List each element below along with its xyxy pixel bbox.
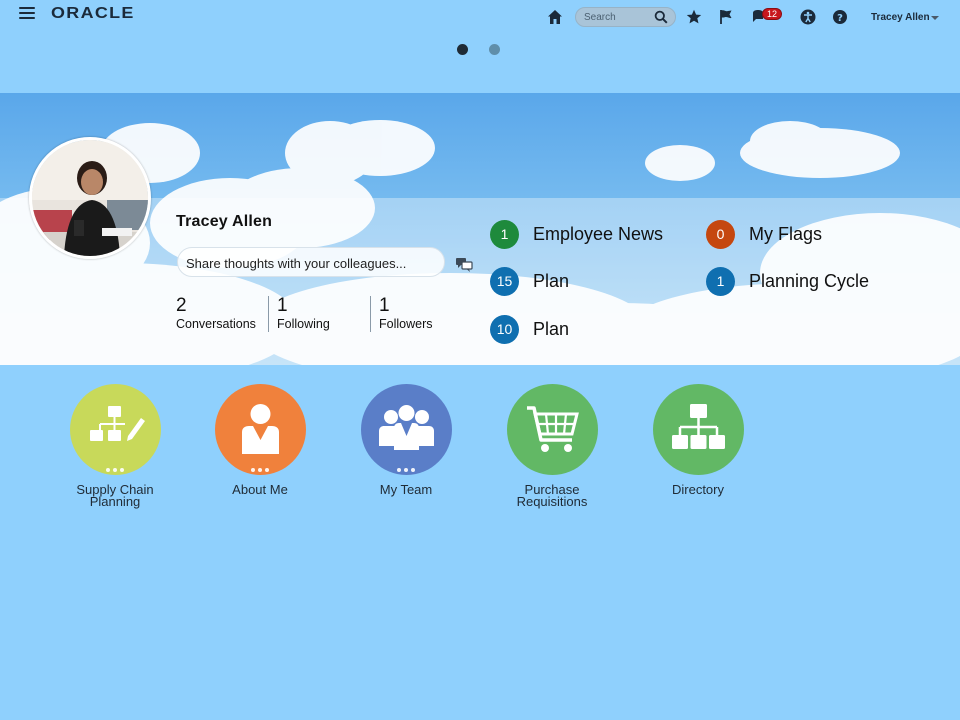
svg-text:?: ? <box>837 13 843 24</box>
stat-conversations-label: Conversations <box>176 317 256 331</box>
oracle-logo[interactable]: ORACLE <box>51 5 135 23</box>
feed-item-label: Plan <box>533 319 570 339</box>
user-menu-name[interactable]: Tracey Allen <box>871 12 930 23</box>
count-badge: 0 <box>706 220 735 249</box>
tile-icon-circle <box>69 384 161 477</box>
profile-avatar[interactable] <box>29 137 151 259</box>
profile-name[interactable]: Tracey Allen <box>176 213 272 231</box>
count-badge: 1 <box>706 267 735 296</box>
tile-icon-circle <box>652 384 744 475</box>
tile-label: Purchase Requisitions <box>516 482 588 509</box>
carousel-dot-2[interactable] <box>489 44 500 55</box>
count-badge: 10 <box>490 315 519 344</box>
more-dots <box>361 459 452 477</box>
more-dots <box>70 459 161 477</box>
tile-purchase-requisitions[interactable]: Purchase Requisitions <box>492 384 612 508</box>
carousel-dot-1[interactable] <box>457 44 468 55</box>
feed-item-label: My Flags <box>749 224 823 244</box>
favorites-star-icon[interactable] <box>685 8 703 26</box>
stat-following-label: Following <box>277 317 330 331</box>
cart-icon <box>526 406 579 452</box>
home-icon[interactable] <box>546 8 564 26</box>
tile-label: My Team <box>379 482 433 497</box>
tile-my-team[interactable]: My Team <box>346 384 466 496</box>
tile-icon-circle <box>360 384 452 477</box>
conversation-icon[interactable] <box>455 257 473 273</box>
stat-following[interactable]: 1 Following <box>277 295 330 332</box>
count-badge: 15 <box>490 267 519 296</box>
search-box[interactable] <box>575 7 676 27</box>
help-icon[interactable]: ? <box>831 8 849 26</box>
tile-about-me[interactable]: About Me <box>200 384 320 496</box>
search-input[interactable] <box>584 10 656 24</box>
share-thoughts-box[interactable] <box>177 247 445 277</box>
stat-conversations-value: 2 <box>176 295 187 316</box>
org-chart-icon <box>671 404 725 449</box>
stat-followers[interactable]: 1 Followers <box>379 295 433 332</box>
stat-conversations[interactable]: 2 Conversations <box>176 295 256 332</box>
chevron-down-icon[interactable] <box>931 16 939 20</box>
tile-label: Supply Chain Planning <box>76 482 154 509</box>
count-badge: 1 <box>490 220 519 249</box>
stat-following-value: 1 <box>277 295 288 316</box>
menu-icon[interactable] <box>19 7 35 21</box>
tile-label: About Me <box>232 482 288 497</box>
notification-count-badge[interactable]: 12 <box>762 8 783 20</box>
stat-divider <box>370 296 371 332</box>
stat-followers-label: Followers <box>379 317 433 331</box>
accessibility-icon[interactable] <box>799 8 817 26</box>
flag-icon[interactable] <box>717 8 735 26</box>
tile-supply-chain-planning[interactable]: Supply Chain Planning <box>55 384 175 508</box>
feed-item-label: Plan <box>533 271 570 291</box>
tile-icon-circle <box>214 384 306 477</box>
tile-icon-circle <box>506 384 598 475</box>
feed-item-label: Planning Cycle <box>749 271 870 291</box>
tile-label: Directory <box>671 482 724 497</box>
stat-divider <box>268 296 269 332</box>
tile-directory[interactable]: Directory <box>638 384 758 496</box>
top-bar: ORACLE 12 ? Tracey Allen <box>0 0 960 34</box>
stat-followers-value: 1 <box>379 295 390 316</box>
more-dots <box>215 459 306 477</box>
search-icon[interactable] <box>654 10 668 24</box>
feed-item-label: Employee News <box>533 224 664 244</box>
share-thoughts-input[interactable] <box>186 255 436 271</box>
